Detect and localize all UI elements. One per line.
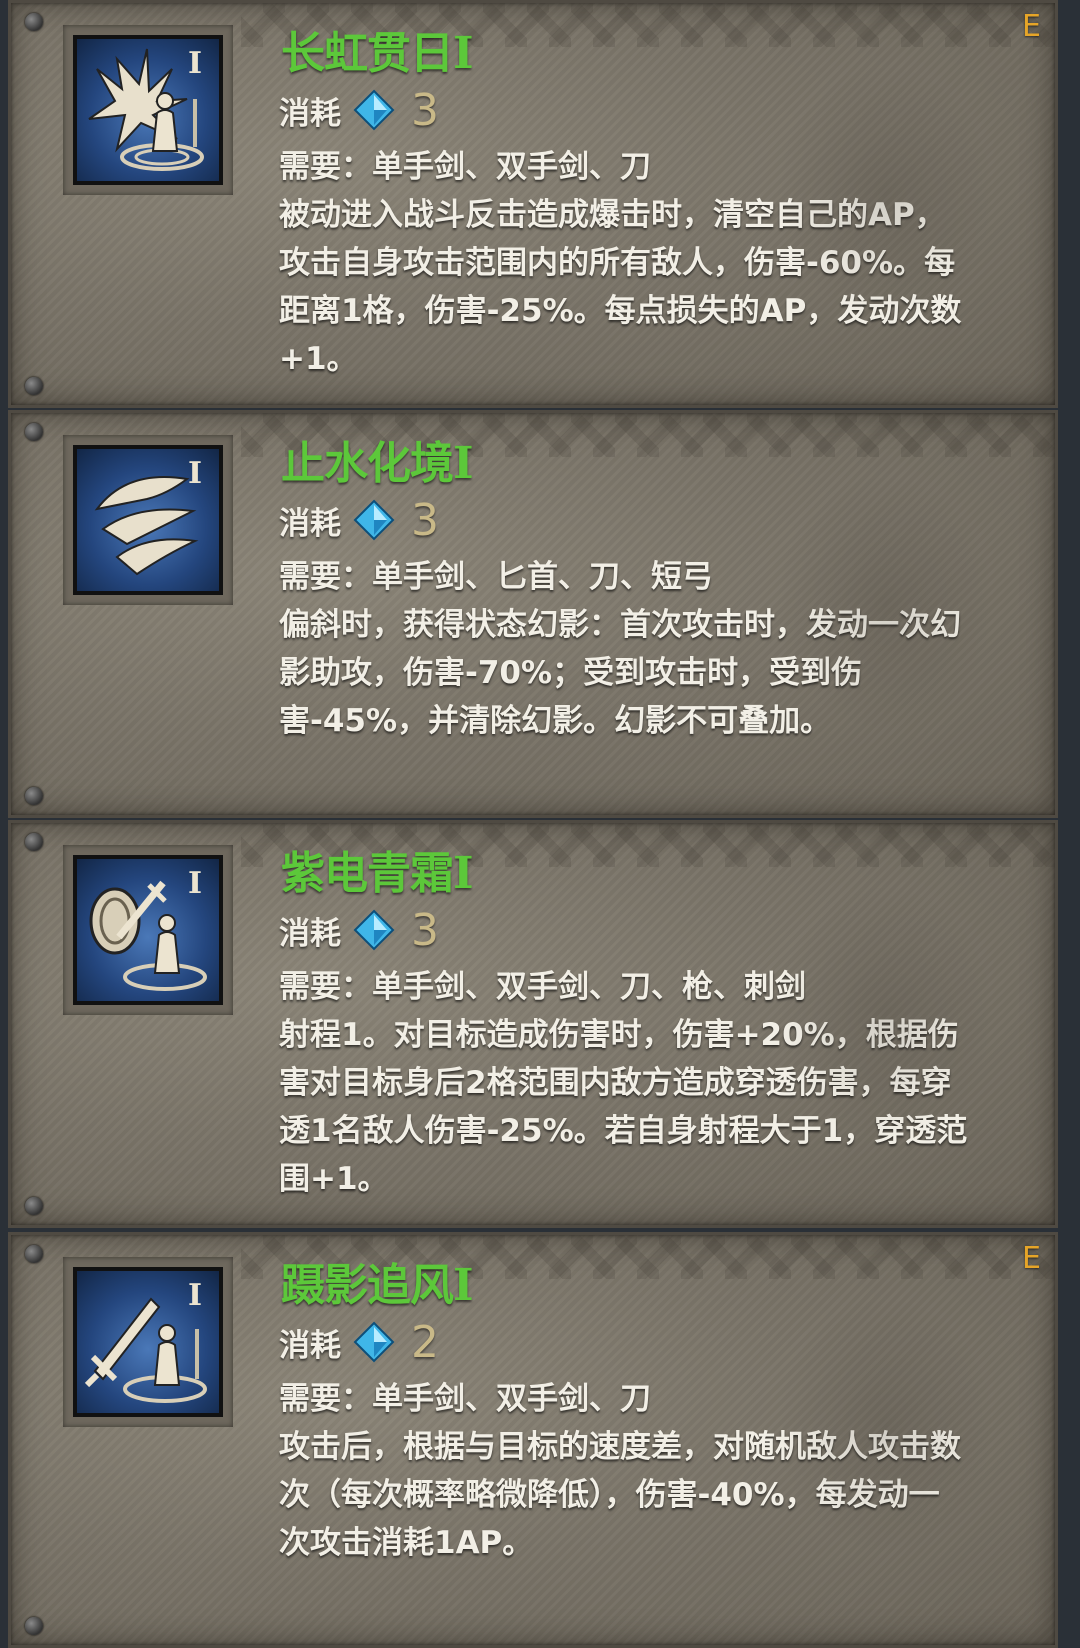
crystal-icon <box>353 499 395 541</box>
crystal-icon <box>353 909 395 951</box>
cost-label: 消耗 <box>279 1327 341 1364</box>
crystal-icon <box>353 1321 395 1363</box>
rivet-icon <box>25 377 43 395</box>
cost-label: 消耗 <box>279 915 341 952</box>
skill-description: 被动进入战斗反击造成爆击时，清空自己的AP，攻击自身攻击范围内的所有敌人，伤害-… <box>279 197 962 377</box>
cost-value: 3 <box>411 904 439 956</box>
burst-figure-icon: I <box>73 35 223 185</box>
svg-text:I: I <box>188 1278 202 1313</box>
rivet-icon <box>25 423 43 441</box>
crystal-icon <box>353 89 395 131</box>
skill-description: 射程1。对目标造成伤害时，伤害+20%，根据伤害对目标身后2格范围内敌方造成穿透… <box>279 1017 968 1197</box>
cost-row: 消耗 3 <box>279 904 439 956</box>
svg-text:I: I <box>188 46 202 81</box>
rivet-icon <box>25 1617 43 1635</box>
skill-description: 偏斜时，获得状态幻影：首次攻击时，发动一次幻影助攻，伤害-70%；受到攻击时，受… <box>279 607 961 739</box>
cost-value: 3 <box>411 494 439 546</box>
equipped-badge: E <box>1022 1241 1041 1276</box>
skill-requirement: 需要：单手剑、双手剑、刀、枪、刺剑 <box>279 969 806 1005</box>
rivet-icon <box>25 13 43 31</box>
cost-label: 消耗 <box>279 505 341 542</box>
skill-card[interactable]: I 长虹贯日I 消耗 3 需要：单手剑、双手剑、刀 被动进入战斗反击造成爆击时，… <box>8 0 1058 408</box>
svg-text:I: I <box>188 866 202 901</box>
skill-title: 蹑影追风I <box>281 1260 474 1311</box>
skill-title: 长虹贯日I <box>281 28 474 79</box>
skill-icon-frame: I <box>63 25 233 195</box>
equipped-badge: E <box>1022 9 1041 44</box>
phantom-claw-icon: I <box>73 445 223 595</box>
skill-icon-frame: I <box>63 845 233 1015</box>
cost-row: 消耗 2 <box>279 1316 439 1368</box>
skill-card[interactable]: I 蹑影追风I 消耗 2 需要：单手剑、双手剑、刀 攻击后，根据与目标的速度差，… <box>8 1232 1058 1648</box>
skill-requirement: 需要：单手剑、匕首、刀、短弓 <box>279 559 713 595</box>
skill-icon-frame: I <box>63 435 233 605</box>
rivet-icon <box>25 787 43 805</box>
sword-figure-icon: I <box>73 1267 223 1417</box>
cost-row: 消耗 3 <box>279 494 439 546</box>
skill-card[interactable]: I 止水化境I 消耗 3 需要：单手剑、匕首、刀、短弓 偏斜时，获得状态幻影：首… <box>8 410 1058 818</box>
skill-title: 止水化境I <box>281 438 474 489</box>
cost-label: 消耗 <box>279 95 341 132</box>
cost-value: 3 <box>411 84 439 136</box>
cost-row: 消耗 3 <box>279 84 439 136</box>
skill-title: 紫电青霜I <box>281 848 474 899</box>
rivet-icon <box>25 1245 43 1263</box>
skill-list: I 长虹贯日I 消耗 3 需要：单手剑、双手剑、刀 被动进入战斗反击造成爆击时，… <box>0 0 1080 1648</box>
svg-text:I: I <box>188 456 202 491</box>
shield-sword-figure-icon: I <box>73 855 223 1005</box>
skill-icon-frame: I <box>63 1257 233 1427</box>
skill-requirement: 需要：单手剑、双手剑、刀 <box>279 149 651 185</box>
skill-description: 攻击后，根据与目标的速度差，对随机敌人攻击数次（每次概率略微降低），伤害-40%… <box>279 1429 961 1561</box>
rivet-icon <box>25 833 43 851</box>
skill-card[interactable]: I 紫电青霜I 消耗 3 需要：单手剑、双手剑、刀、枪、刺剑 射程1。对目标造成… <box>8 820 1058 1228</box>
skill-requirement: 需要：单手剑、双手剑、刀 <box>279 1381 651 1417</box>
rivet-icon <box>25 1197 43 1215</box>
cost-value: 2 <box>411 1316 439 1368</box>
